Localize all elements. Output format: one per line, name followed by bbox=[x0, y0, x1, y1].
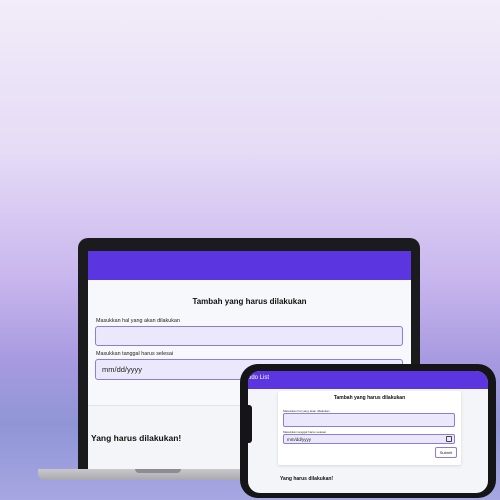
task-label: Masukkan hal yang akan dilakukan bbox=[96, 318, 180, 324]
phone-form-title: Tambah yang harus dilakukan bbox=[333, 395, 406, 401]
form-title: Tambah yang harus dilakukan bbox=[192, 297, 307, 306]
phone-screen: odo List Tambah yang harus dilakukan Mas… bbox=[248, 371, 488, 493]
task-input[interactable] bbox=[95, 326, 403, 346]
phone-app-header: odo List bbox=[248, 371, 488, 389]
phone-add-todo-form: Tambah yang harus dilakukan Masukkan hal… bbox=[278, 391, 461, 465]
phone-header-title: odo List bbox=[248, 375, 270, 381]
phone-task-input[interactable] bbox=[283, 413, 455, 427]
date-label: Masukkan tanggal harus selesai bbox=[96, 351, 174, 357]
laptop-notch bbox=[135, 469, 181, 473]
todo-list-title: Yang harus dilakukan! bbox=[91, 433, 182, 443]
submit-button[interactable]: Submit bbox=[435, 447, 457, 458]
phone-todo-list-title: Yang harus dilakukan! bbox=[280, 476, 334, 482]
phone-notch bbox=[244, 405, 252, 443]
app-header bbox=[88, 251, 411, 280]
calendar-icon[interactable] bbox=[446, 436, 452, 442]
phone-date-input[interactable]: mm/dd/yyyy bbox=[283, 434, 455, 444]
phone-date-placeholder: mm/dd/yyyy bbox=[287, 437, 312, 442]
